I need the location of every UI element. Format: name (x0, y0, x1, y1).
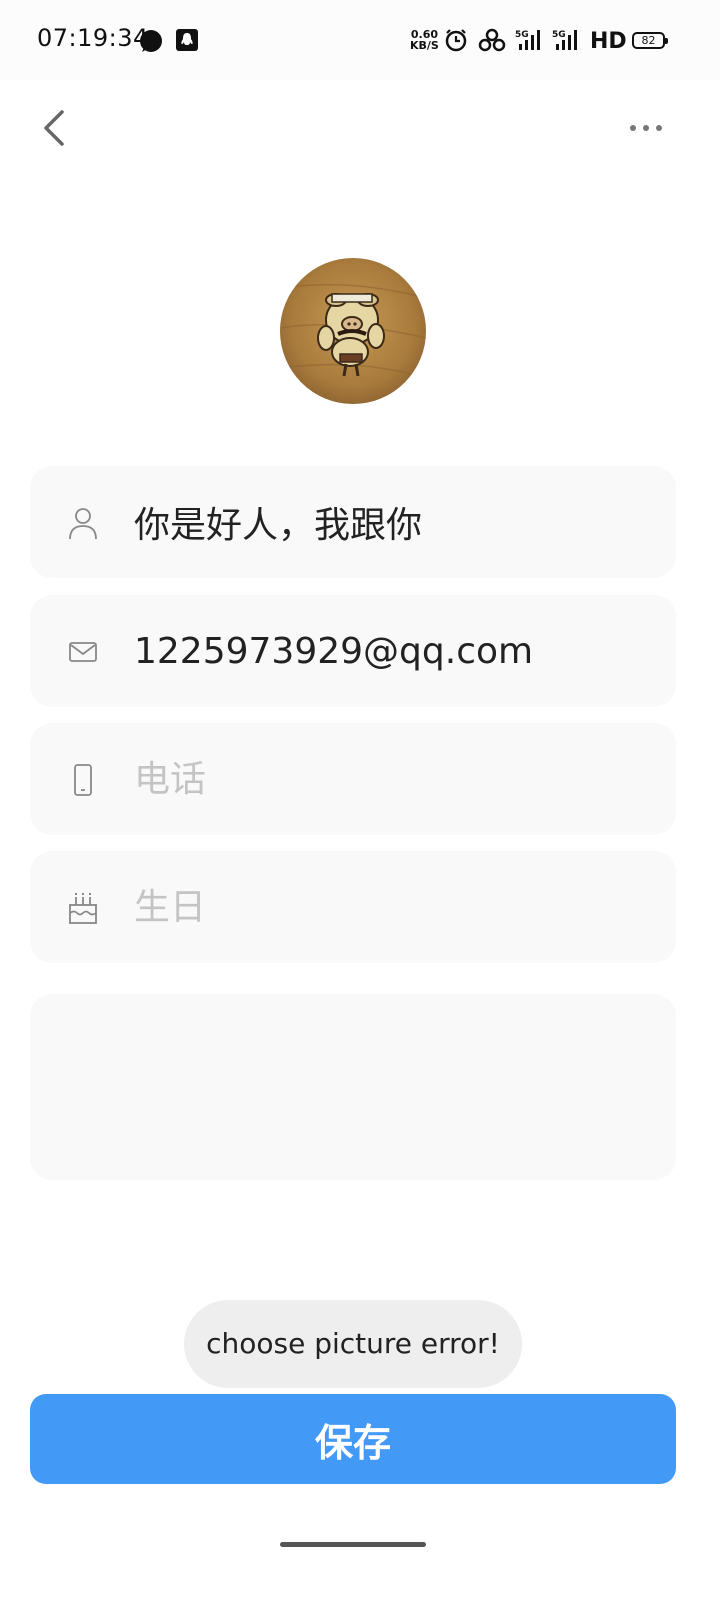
back-button[interactable] (32, 106, 76, 150)
cake-icon (69, 893, 97, 924)
chevron-left-icon (44, 110, 64, 146)
signal-5g-icon-2: 5G (552, 30, 577, 50)
battery-icon: 82 (632, 32, 668, 49)
more-options-button[interactable] (622, 110, 670, 146)
svg-text:5G: 5G (552, 30, 566, 40)
home-indicator[interactable] (280, 1542, 426, 1547)
email-field (30, 595, 676, 707)
save-button[interactable]: 保存 (30, 1394, 676, 1484)
svg-text:5G: 5G (515, 30, 529, 40)
signal-5g-icon-1: 5G (515, 30, 540, 50)
chat-bubble-icon (140, 30, 162, 52)
phone-field (30, 723, 676, 835)
status-time: 07:19:34 (37, 24, 149, 52)
notes-textarea[interactable] (30, 994, 676, 1180)
person-icon (69, 508, 97, 540)
hd-voice-label: HD (590, 29, 627, 54)
network-speed: 0.60 KB/S (410, 29, 439, 51)
name-input[interactable] (134, 486, 644, 558)
more-horizontal-icon (630, 125, 662, 131)
error-toast: choose picture error! (184, 1300, 522, 1388)
qq-notification-icon (176, 29, 198, 51)
birthday-input[interactable] (134, 871, 644, 943)
status-bar: 07:19:34 0.60 KB/S 5G 5G HD 82 (0, 0, 720, 80)
network-speed-unit: KB/S (410, 39, 439, 52)
mail-icon (69, 642, 97, 662)
name-field (30, 466, 676, 578)
alarm-icon (445, 29, 467, 52)
email-input[interactable] (134, 615, 644, 687)
phone-icon (74, 764, 92, 796)
birthday-field (30, 851, 676, 963)
avatar[interactable] (280, 258, 426, 404)
avatar-image (280, 258, 426, 404)
hotspot-link-icon (478, 28, 506, 52)
phone-input[interactable] (134, 743, 644, 815)
